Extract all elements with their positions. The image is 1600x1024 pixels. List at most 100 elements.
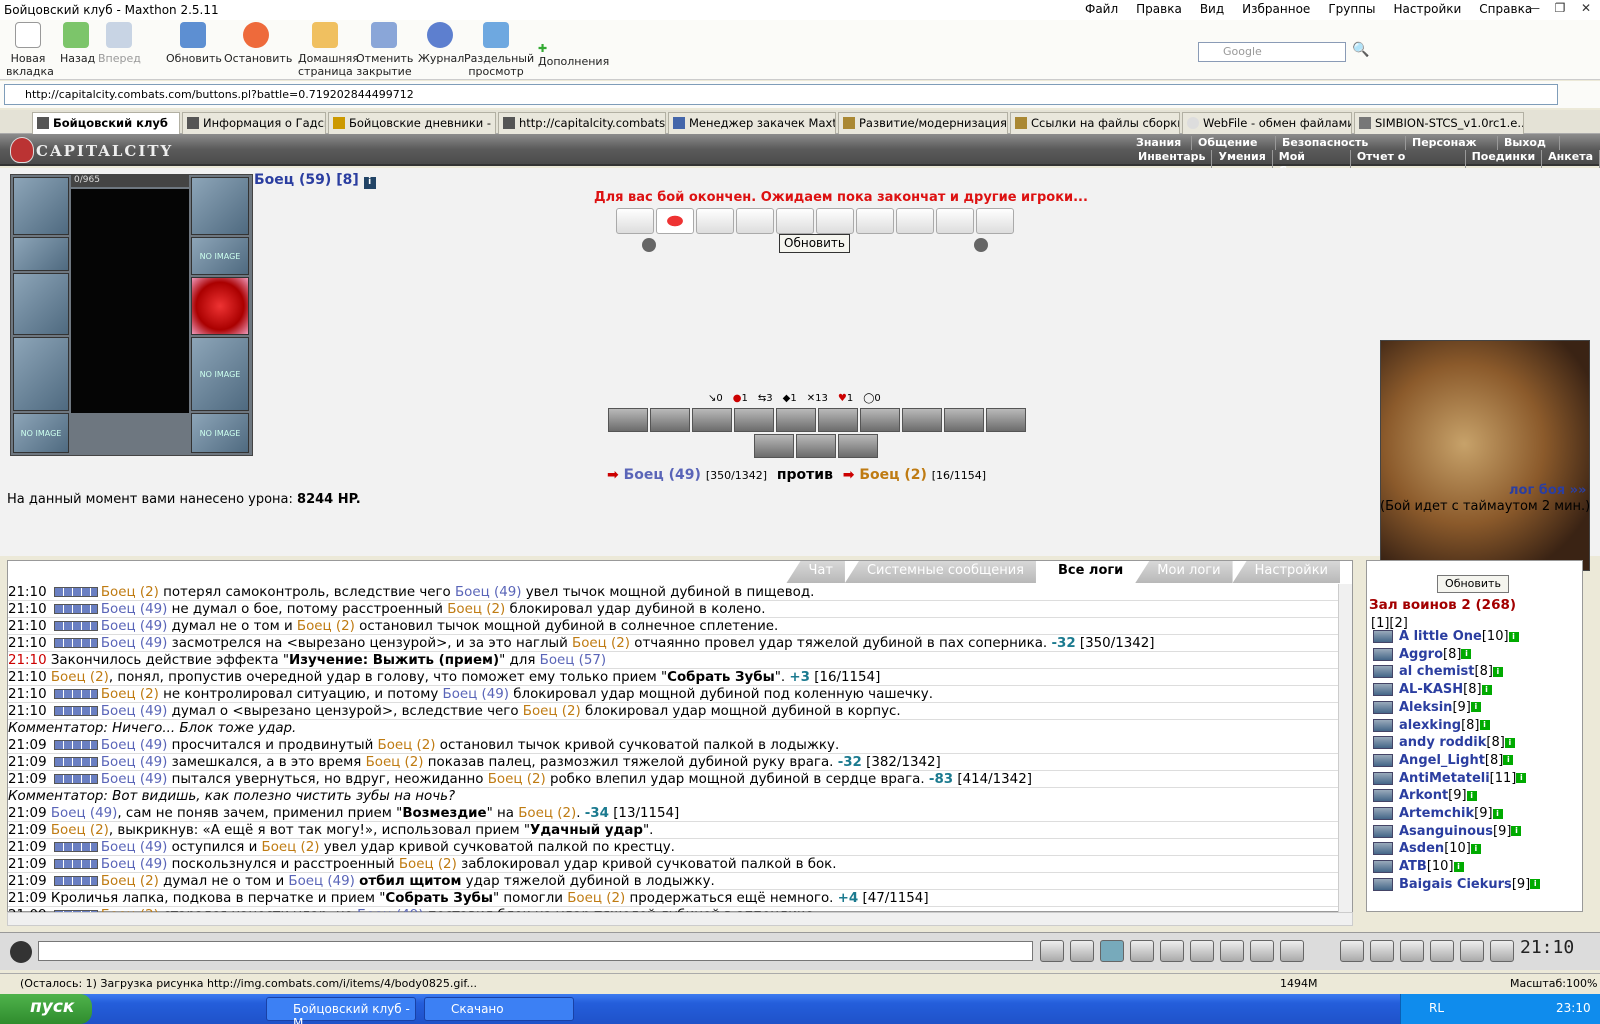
search-icon[interactable]: 🔍 <box>1352 42 1369 58</box>
skill-button[interactable] <box>944 408 984 432</box>
info-icon[interactable]: i <box>1504 737 1515 748</box>
shield-slot[interactable] <box>191 277 249 335</box>
tab-info[interactable]: Информация о Гадский <box>182 112 326 134</box>
taskbar-browser[interactable]: Бойцовский клуб - M... <box>266 997 416 1024</box>
refresh-battle-button[interactable]: Обновить <box>779 234 850 253</box>
sound-button[interactable] <box>1220 940 1244 962</box>
private-message-icon[interactable] <box>1373 718 1393 732</box>
new-tab-button[interactable]: Новая вкладка <box>6 22 54 78</box>
info-icon[interactable]: i <box>1516 773 1527 784</box>
send-button[interactable] <box>1040 940 1064 962</box>
clear-button[interactable] <box>1070 940 1094 962</box>
player-name[interactable]: alexking <box>1399 718 1461 733</box>
keyboard-language[interactable]: RL <box>1429 1001 1444 1015</box>
zoom-level[interactable]: Масштаб:100% <box>1510 977 1597 990</box>
player-name[interactable]: andy roddik <box>1399 735 1486 750</box>
refresh-button[interactable]: Обновить <box>166 22 222 65</box>
menu-settings[interactable]: Настройки <box>1394 2 1462 16</box>
action-button[interactable] <box>1400 940 1424 962</box>
helmet-slot[interactable] <box>13 177 69 235</box>
player-list-item[interactable]: alexking[8] i <box>1373 718 1490 736</box>
belt-slot[interactable]: NO IMAGE <box>13 413 69 453</box>
maximize-button[interactable]: ❐ <box>1550 1 1570 17</box>
info-icon[interactable]: i <box>1453 861 1464 872</box>
skill-button[interactable] <box>838 434 878 458</box>
private-message-icon[interactable] <box>1373 877 1393 891</box>
tab-simbion[interactable]: SIMBION-STCS_v1.0rc1.e... <box>1354 112 1524 134</box>
armor-slot[interactable] <box>13 337 69 411</box>
addons-button[interactable]: ✚ Дополнения <box>538 42 618 68</box>
start-button[interactable]: пуск <box>0 994 92 1024</box>
run-button[interactable] <box>1160 940 1184 962</box>
private-message-icon[interactable] <box>1373 842 1393 856</box>
skill-button[interactable] <box>986 408 1026 432</box>
player-name[interactable]: Asden <box>1399 841 1444 856</box>
tab-combats[interactable]: Бойцовский клуб <box>32 112 180 135</box>
menu-edit[interactable]: Правка <box>1136 2 1182 16</box>
home-button[interactable]: Домашняя страница <box>298 22 359 78</box>
gloves-slot[interactable]: NO IMAGE <box>191 237 249 275</box>
taskbar-downloads[interactable]: Скачано <box>424 997 574 1021</box>
skill-button[interactable] <box>796 434 836 458</box>
chat-input[interactable] <box>38 941 1033 961</box>
player-list-item[interactable]: Aleksin[9] i <box>1373 700 1481 718</box>
skill-button[interactable] <box>860 408 900 432</box>
refresh-room-button[interactable]: Обновить <box>1437 575 1509 593</box>
private-message-icon[interactable] <box>1373 683 1393 697</box>
tab-development[interactable]: Развитие/модернизация ... <box>838 112 1008 134</box>
player-name[interactable]: Боец (59) [8] i <box>254 172 376 189</box>
url-input[interactable]: http://capitalcity.combats.com/buttons.p… <box>4 84 1558 105</box>
menu-groups[interactable]: Группы <box>1328 2 1375 16</box>
player-name[interactable]: al chemist <box>1399 664 1475 679</box>
fighter-1[interactable]: Боец (49) <box>624 467 701 483</box>
player-name[interactable]: AntiMetateli <box>1399 771 1490 786</box>
player-list-item[interactable]: AL-KASH[8] i <box>1373 682 1492 700</box>
player-list-item[interactable]: al chemist[8] i <box>1373 664 1503 682</box>
tab-all-logs[interactable]: Все логи <box>1035 561 1136 583</box>
nav-exit[interactable]: Выход <box>1498 136 1560 150</box>
tab-diaries[interactable]: Бойцовские дневники - Г... <box>328 112 496 134</box>
action-button[interactable] <box>1370 940 1394 962</box>
player-list-item[interactable]: Arkont[9] i <box>1373 788 1477 806</box>
skill-button[interactable] <box>776 408 816 432</box>
private-message-icon[interactable] <box>1373 700 1393 714</box>
back-button[interactable]: Назад <box>60 22 95 65</box>
player-list-item[interactable]: A little One[10] i <box>1373 629 1519 647</box>
nav-knowledge[interactable]: Знания <box>1130 136 1192 150</box>
info-icon[interactable]: i <box>1470 702 1481 713</box>
tab-system-messages[interactable]: Системные сообщения <box>844 561 1036 583</box>
skill-button[interactable] <box>818 408 858 432</box>
private-message-icon[interactable] <box>1373 771 1393 785</box>
private-message-icon[interactable] <box>1373 860 1393 874</box>
chat-button[interactable] <box>1130 940 1154 962</box>
settings-gear-icon[interactable] <box>10 941 32 963</box>
private-message-icon[interactable] <box>1373 665 1393 679</box>
map-button[interactable] <box>1280 940 1304 962</box>
nav-communication[interactable]: Общение <box>1192 136 1276 150</box>
tab-links[interactable]: Ссылки на файлы сборки... <box>1010 112 1180 134</box>
player-name[interactable]: A little One <box>1399 629 1482 644</box>
ring-slots[interactable] <box>191 177 249 235</box>
info-icon[interactable]: i <box>1481 684 1492 695</box>
tab-my-logs[interactable]: Мои логи <box>1135 561 1233 583</box>
log-scrollbar[interactable] <box>1338 584 1352 912</box>
tab-chat[interactable]: Чат <box>786 561 845 583</box>
battle-log-link[interactable]: лог боя »» <box>1509 483 1586 498</box>
player-list-item[interactable]: ATB[10] i <box>1373 859 1464 877</box>
player-name[interactable]: Artemchik <box>1399 806 1474 821</box>
boots-slot[interactable]: NO IMAGE <box>191 413 249 453</box>
player-list-item[interactable]: andy roddik[8] i <box>1373 735 1515 753</box>
undo-close-button[interactable]: Отменить закрытие <box>356 22 413 78</box>
skill-button[interactable] <box>734 408 774 432</box>
search-input[interactable]: Google <box>1198 42 1346 62</box>
forward-button[interactable]: Вперед <box>98 22 141 65</box>
player-list-item[interactable]: Artemchik[9] i <box>1373 806 1503 824</box>
info-icon[interactable]: i <box>1479 720 1490 730</box>
action-button[interactable] <box>1430 940 1454 962</box>
tab-combats-url[interactable]: http://capitalcity.combats.... <box>498 112 666 134</box>
skill-button[interactable] <box>754 434 794 458</box>
player-list-item[interactable]: Asanguinous[9] i <box>1373 824 1522 842</box>
info-icon[interactable]: i <box>1530 879 1541 890</box>
info-icon[interactable]: i <box>1503 755 1514 766</box>
pants-slot[interactable]: NO IMAGE <box>191 337 249 411</box>
